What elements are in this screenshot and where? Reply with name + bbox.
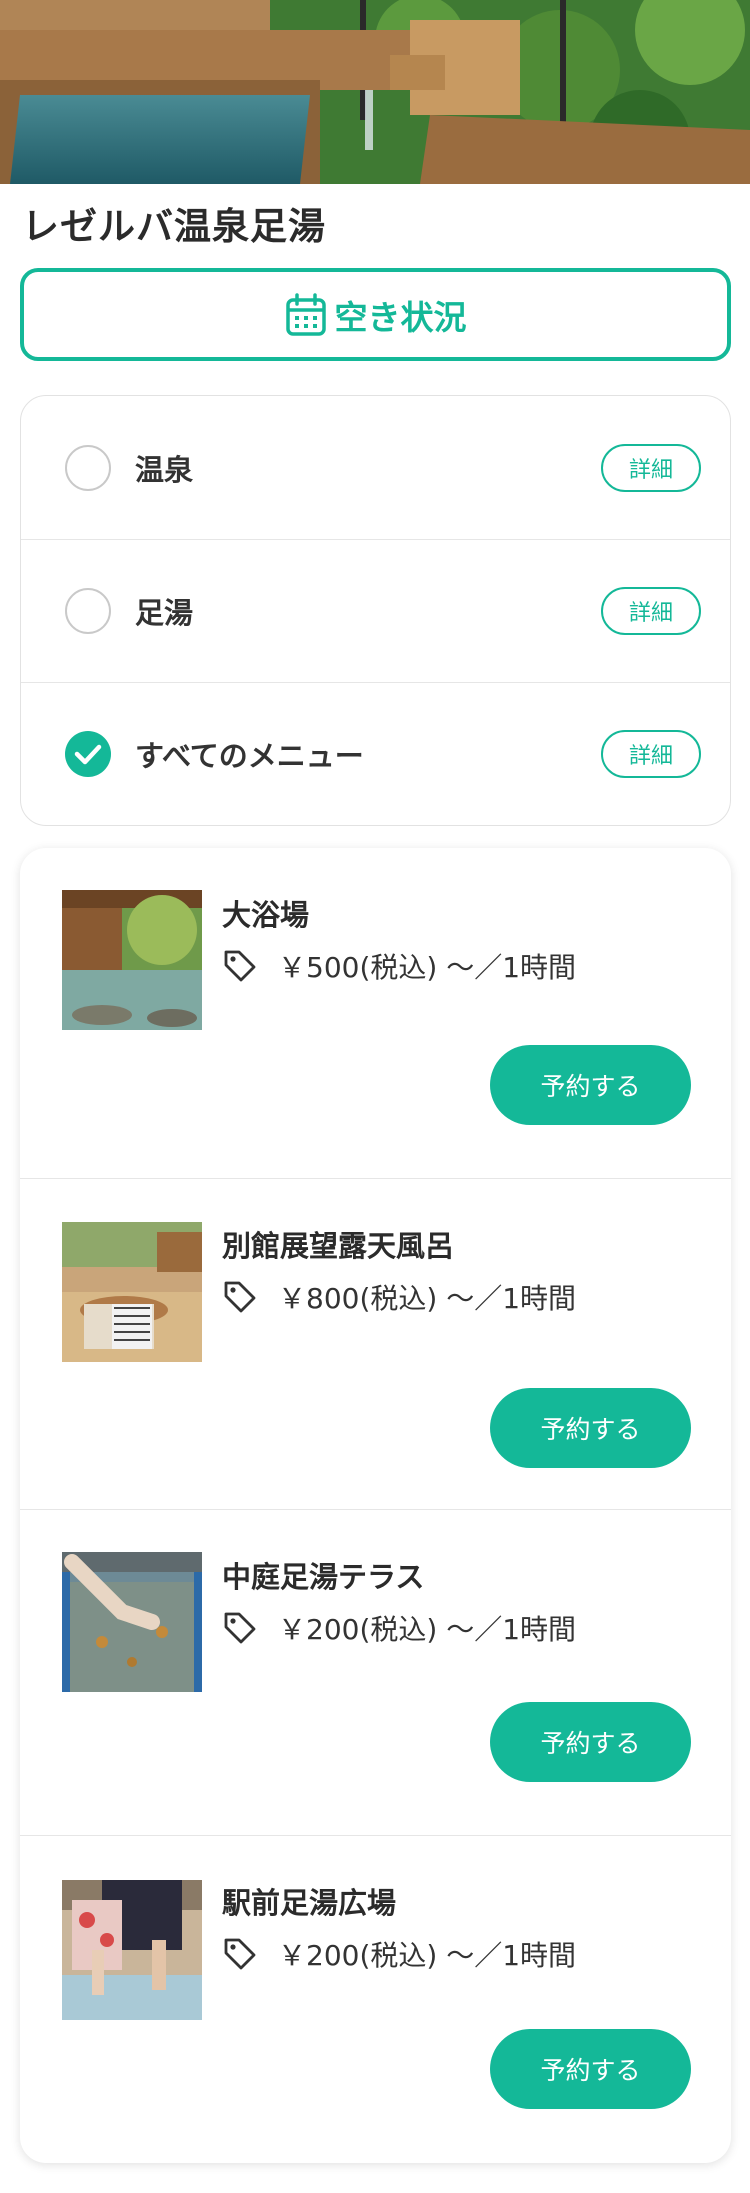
price-tag-icon xyxy=(222,1936,258,1972)
detail-button[interactable]: 詳細 xyxy=(601,587,701,635)
page-title: レゼルバ温泉足湯 xyxy=(22,205,326,248)
list-item: 大浴場 ￥500(税込) 〜／1時間 予約する xyxy=(20,848,731,1178)
reserve-button[interactable]: 予約する xyxy=(490,1045,691,1125)
menu-name: 駅前足湯広場 xyxy=(222,1886,397,1920)
menu-thumbnail xyxy=(62,890,202,1030)
menu-thumbnail xyxy=(62,1552,202,1692)
price-row: ￥200(税込) 〜／1時間 xyxy=(222,1934,576,1974)
menu-thumbnail xyxy=(62,1222,202,1362)
price-tag-icon xyxy=(222,1610,258,1646)
filter-label: 足湯 xyxy=(135,596,194,630)
menu-price: ￥500(税込) 〜／1時間 xyxy=(278,951,577,984)
radio-unchecked[interactable] xyxy=(65,444,111,491)
list-item: 別館展望露天風呂 ￥800(税込) 〜／1時間 予約する xyxy=(20,1178,731,1509)
filter-label: すべてのメニュー xyxy=(135,739,364,773)
menu-price: ￥200(税込) 〜／1時間 xyxy=(278,1613,577,1646)
menu-name: 大浴場 xyxy=(222,898,310,932)
price-row: ￥800(税込) 〜／1時間 xyxy=(222,1277,576,1317)
reserve-button[interactable]: 予約する xyxy=(490,1702,691,1782)
reserve-button[interactable]: 予約する xyxy=(490,1388,691,1468)
price-row: ￥200(税込) 〜／1時間 xyxy=(222,1608,576,1648)
detail-button[interactable]: 詳細 xyxy=(601,730,701,778)
list-item: 駅前足湯広場 ￥200(税込) 〜／1時間 予約する xyxy=(20,1835,731,2163)
radio-checked-icon[interactable] xyxy=(65,731,111,777)
filter-option-onsen[interactable]: 温泉 詳細 xyxy=(21,396,730,539)
menu-price: ￥800(税込) 〜／1時間 xyxy=(278,1282,577,1315)
menu-thumbnail xyxy=(62,1880,202,2020)
availability-label: 空き状況 xyxy=(334,297,467,337)
price-tag-icon xyxy=(222,948,258,984)
filter-option-ashiyu[interactable]: 足湯 詳細 xyxy=(21,539,730,682)
reserve-button[interactable]: 予約する xyxy=(490,2029,691,2109)
menu-price: ￥200(税込) 〜／1時間 xyxy=(278,1939,577,1972)
detail-button[interactable]: 詳細 xyxy=(601,443,701,492)
list-item: 中庭足湯テラス ￥200(税込) 〜／1時間 予約する xyxy=(20,1509,731,1835)
price-tag-icon xyxy=(222,1279,258,1315)
menu-name: 中庭足湯テラス xyxy=(222,1560,425,1594)
menu-name: 別館展望露天風呂 xyxy=(222,1229,455,1263)
radio-unchecked[interactable] xyxy=(65,588,111,634)
hero-image xyxy=(0,0,750,184)
availability-button[interactable]: 空き状況 xyxy=(20,268,731,361)
filter-option-all-menus[interactable]: すべてのメニュー 詳細 xyxy=(21,682,730,825)
menu-list: 大浴場 ￥500(税込) 〜／1時間 予約する 別館展望露天風呂 ￥800(税込… xyxy=(20,848,731,2163)
price-row: ￥500(税込) 〜／1時間 xyxy=(222,946,576,986)
filter-label: 温泉 xyxy=(135,452,194,487)
menu-filter-list: 温泉 詳細 足湯 詳細 すべてのメニュー 詳細 xyxy=(20,395,731,826)
calendar-icon xyxy=(285,292,327,337)
